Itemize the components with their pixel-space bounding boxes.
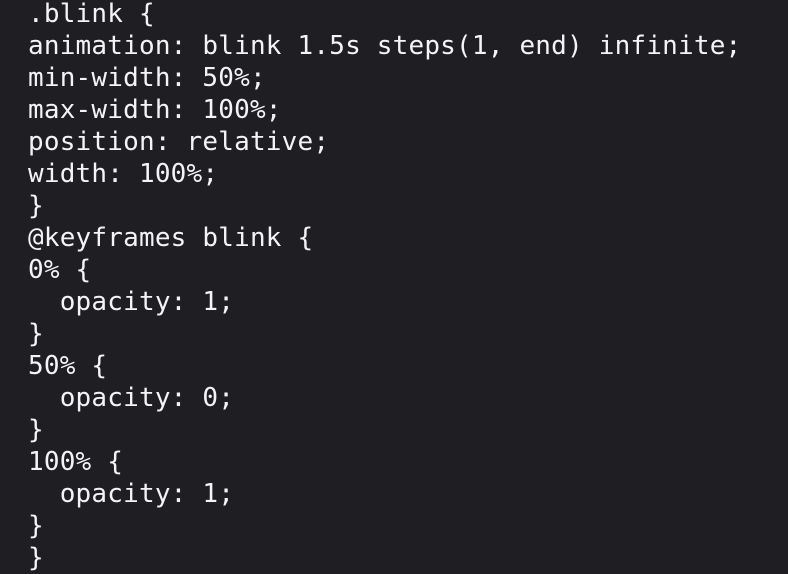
code-line: width: 100%;: [28, 159, 219, 189]
code-line: }: [28, 319, 44, 349]
code-line: animation: blink 1.5s steps(1, end) infi…: [28, 31, 742, 61]
code-line: opacity: 1;: [28, 479, 235, 509]
code-line: 0% {: [28, 255, 92, 285]
code-line: }: [28, 415, 44, 445]
code-view[interactable]: .blink { animation: blink 1.5s steps(1, …: [0, 0, 788, 574]
code-line: min-width: 50%;: [28, 63, 266, 93]
code-line: }: [28, 191, 44, 221]
code-line: max-width: 100%;: [28, 95, 282, 125]
code-line: 100% {: [28, 447, 124, 477]
code-line: }: [28, 511, 44, 541]
code-line: 50% {: [28, 351, 108, 381]
code-line: }: [28, 543, 44, 573]
code-line: opacity: 0;: [28, 383, 235, 413]
code-lines: .blink { animation: blink 1.5s steps(1, …: [28, 0, 788, 574]
code-line: .blink {: [28, 0, 155, 29]
code-line: @keyframes blink {: [28, 223, 314, 253]
code-line: opacity: 1;: [28, 287, 235, 317]
code-line: position: relative;: [28, 127, 330, 157]
